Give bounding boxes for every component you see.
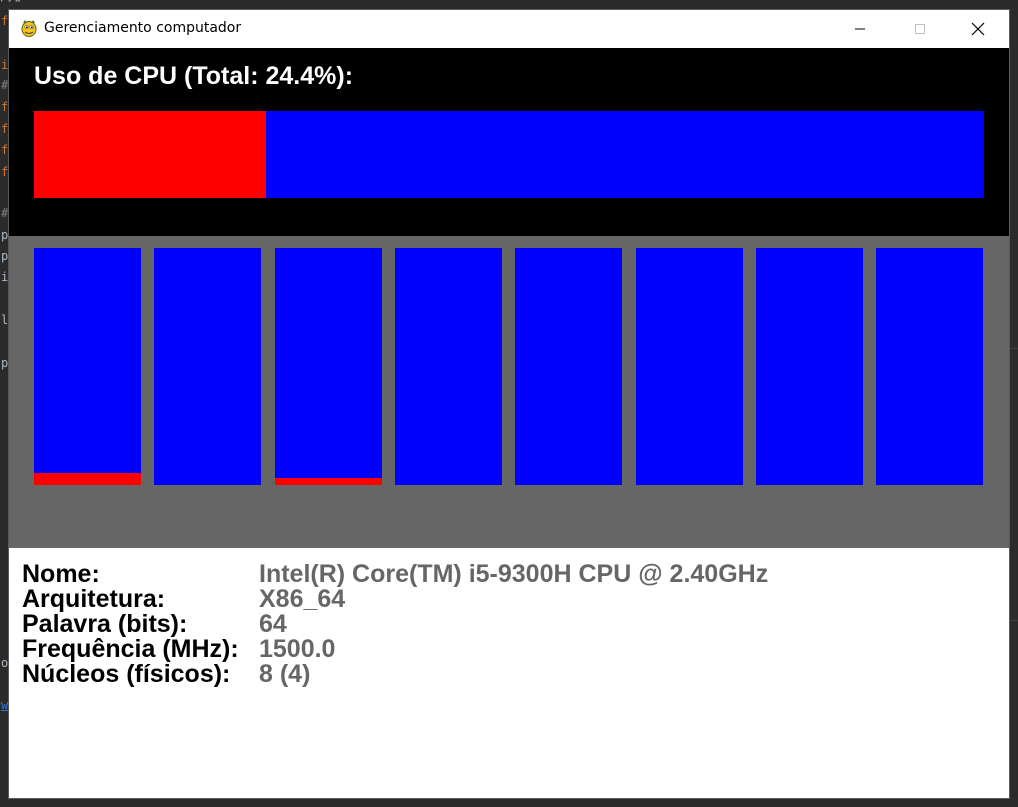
pygame-canvas[interactable]: Uso de CPU (Total: 24.4%): Nome: Intel(R)…	[9, 48, 1009, 798]
cpu-core-bar-6	[636, 248, 743, 485]
editor-gutter: f i # f f f f # p p i l p o w	[0, 10, 9, 807]
cpu-total-title: Uso de CPU (Total: 24.4%):	[34, 62, 354, 90]
editor-gutter-char: i	[1, 58, 9, 72]
minimize-icon	[855, 28, 865, 30]
cpu-core-bar-7	[756, 248, 863, 485]
cpu-total-bar-fill	[34, 111, 266, 198]
editor-gutter-char: p	[1, 249, 9, 263]
close-icon	[971, 22, 985, 36]
info-value: 8 (4)	[259, 660, 311, 688]
editor-code-text: pygame	[0, 0, 43, 2]
editor-gutter-char: p	[1, 228, 9, 242]
editor-gutter-char: f	[1, 143, 9, 157]
editor-top-line: import pygame	[0, 0, 1018, 10]
cpu-core-bar-4	[395, 248, 502, 485]
info-value: 64	[259, 610, 287, 638]
cpu-info-section: Nome: Intel(R) Core(TM) i5-9300H CPU @ 2.…	[9, 548, 1009, 798]
pygame-snake-icon	[21, 20, 37, 37]
minimize-button[interactable]	[837, 10, 883, 48]
cpu-core-bar-2	[154, 248, 261, 485]
cpu-core-bar-3	[275, 248, 382, 485]
editor-gutter-char: o	[1, 656, 9, 670]
cpu-core-bar-1	[34, 248, 141, 485]
info-label: Arquitetura:	[22, 585, 166, 613]
info-label: Frequência (MHz):	[22, 635, 239, 663]
maximize-icon	[915, 24, 925, 34]
cpu-total-bar	[34, 111, 984, 198]
close-button[interactable]	[955, 10, 1001, 48]
editor-gutter-char: #	[1, 78, 9, 92]
editor-gutter-char: f	[1, 100, 9, 114]
info-value: Intel(R) Core(TM) i5-9300H CPU @ 2.40GHz	[259, 560, 769, 588]
editor-gutter-link: w	[1, 698, 9, 712]
editor-gutter-char: p	[1, 356, 9, 370]
maximize-button[interactable]	[897, 10, 943, 48]
editor-gutter-char: f	[1, 14, 9, 28]
cpu-core-bar-fill	[34, 473, 141, 485]
info-value: 1500.0	[259, 635, 336, 663]
editor-right-edge	[1009, 10, 1018, 807]
cpu-core-bar-fill	[275, 477, 382, 485]
editor-gutter-char: #	[1, 206, 9, 220]
window-title: Gerenciamento computador	[44, 20, 242, 36]
cpu-total-section: Uso de CPU (Total: 24.4%):	[9, 48, 1009, 236]
info-label: Núcleos (físicos):	[22, 660, 231, 688]
app-window: Gerenciamento computador Uso de CPU (Tot…	[9, 10, 1009, 798]
window-titlebar[interactable]: Gerenciamento computador	[9, 10, 1009, 48]
cpu-core-bar-5	[515, 248, 622, 485]
editor-gutter-char: f	[1, 122, 9, 136]
cpu-core-bar-8	[876, 248, 983, 485]
editor-divider	[1009, 620, 1018, 621]
editor-gutter-char: l	[1, 313, 9, 327]
info-value: X86_64	[259, 585, 346, 613]
info-label: Palavra (bits):	[22, 610, 188, 638]
cpu-cores-section	[9, 236, 1009, 548]
info-label: Nome:	[22, 560, 100, 588]
editor-gutter-char: i	[1, 270, 9, 284]
editor-gutter-char: f	[1, 165, 9, 179]
editor-divider	[1009, 348, 1018, 349]
